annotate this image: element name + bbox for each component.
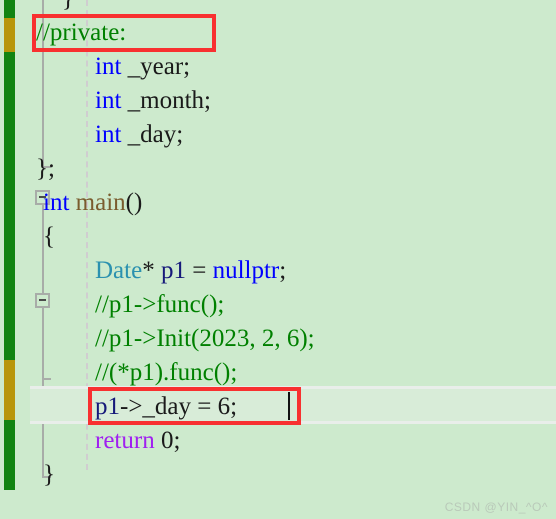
code-token: Date: [95, 257, 143, 284]
code-line[interactable]: //(*p1).func();: [0, 356, 556, 390]
code-editor[interactable]: }//private:int _year;int _month;int _day…: [0, 0, 556, 519]
code-line[interactable]: //p1->func();: [0, 288, 556, 322]
highlight-box-pointer-assignment: [88, 387, 301, 425]
code-token: _month;: [121, 87, 211, 114]
highlight-box-private-comment: [32, 14, 216, 52]
code-token: nullptr: [212, 257, 280, 284]
code-token: //p1->Init(2023, 2, 6);: [95, 325, 315, 352]
code-token: //p1->func();: [95, 291, 225, 318]
code-line[interactable]: Date* p1 = nullptr;: [0, 254, 556, 288]
code-line[interactable]: int _year;: [0, 50, 556, 84]
csdn-watermark: CSDN @YIN_^O^: [444, 500, 548, 514]
code-line[interactable]: int _day;: [0, 118, 556, 152]
code-line[interactable]: {: [0, 220, 556, 254]
code-token: main: [75, 189, 126, 216]
code-line[interactable]: int main(): [0, 186, 556, 220]
code-token: (): [125, 189, 143, 216]
code-line[interactable]: };: [0, 152, 556, 186]
code-token: =: [185, 257, 213, 284]
code-token: p1: [160, 257, 186, 284]
code-line[interactable]: int _month;: [0, 84, 556, 118]
code-line[interactable]: //p1->Init(2023, 2, 6);: [0, 322, 556, 356]
code-token: }: [43, 461, 55, 488]
code-line[interactable]: return 0;: [0, 424, 556, 458]
code-token: }: [62, 0, 74, 12]
code-token: *: [142, 257, 161, 284]
code-token: //(*p1).func();: [95, 359, 238, 386]
code-token: return: [95, 427, 155, 454]
code-token: _day;: [121, 121, 184, 148]
code-token: int: [43, 189, 70, 216]
code-line[interactable]: }: [0, 458, 556, 492]
code-token: };: [36, 155, 55, 182]
code-token: int: [95, 53, 122, 80]
code-token: int: [95, 87, 122, 114]
code-token: int: [95, 121, 122, 148]
code-token: ;: [279, 257, 287, 284]
code-token: {: [43, 223, 55, 250]
code-token: 0;: [154, 427, 181, 454]
code-token: _year;: [121, 53, 191, 80]
